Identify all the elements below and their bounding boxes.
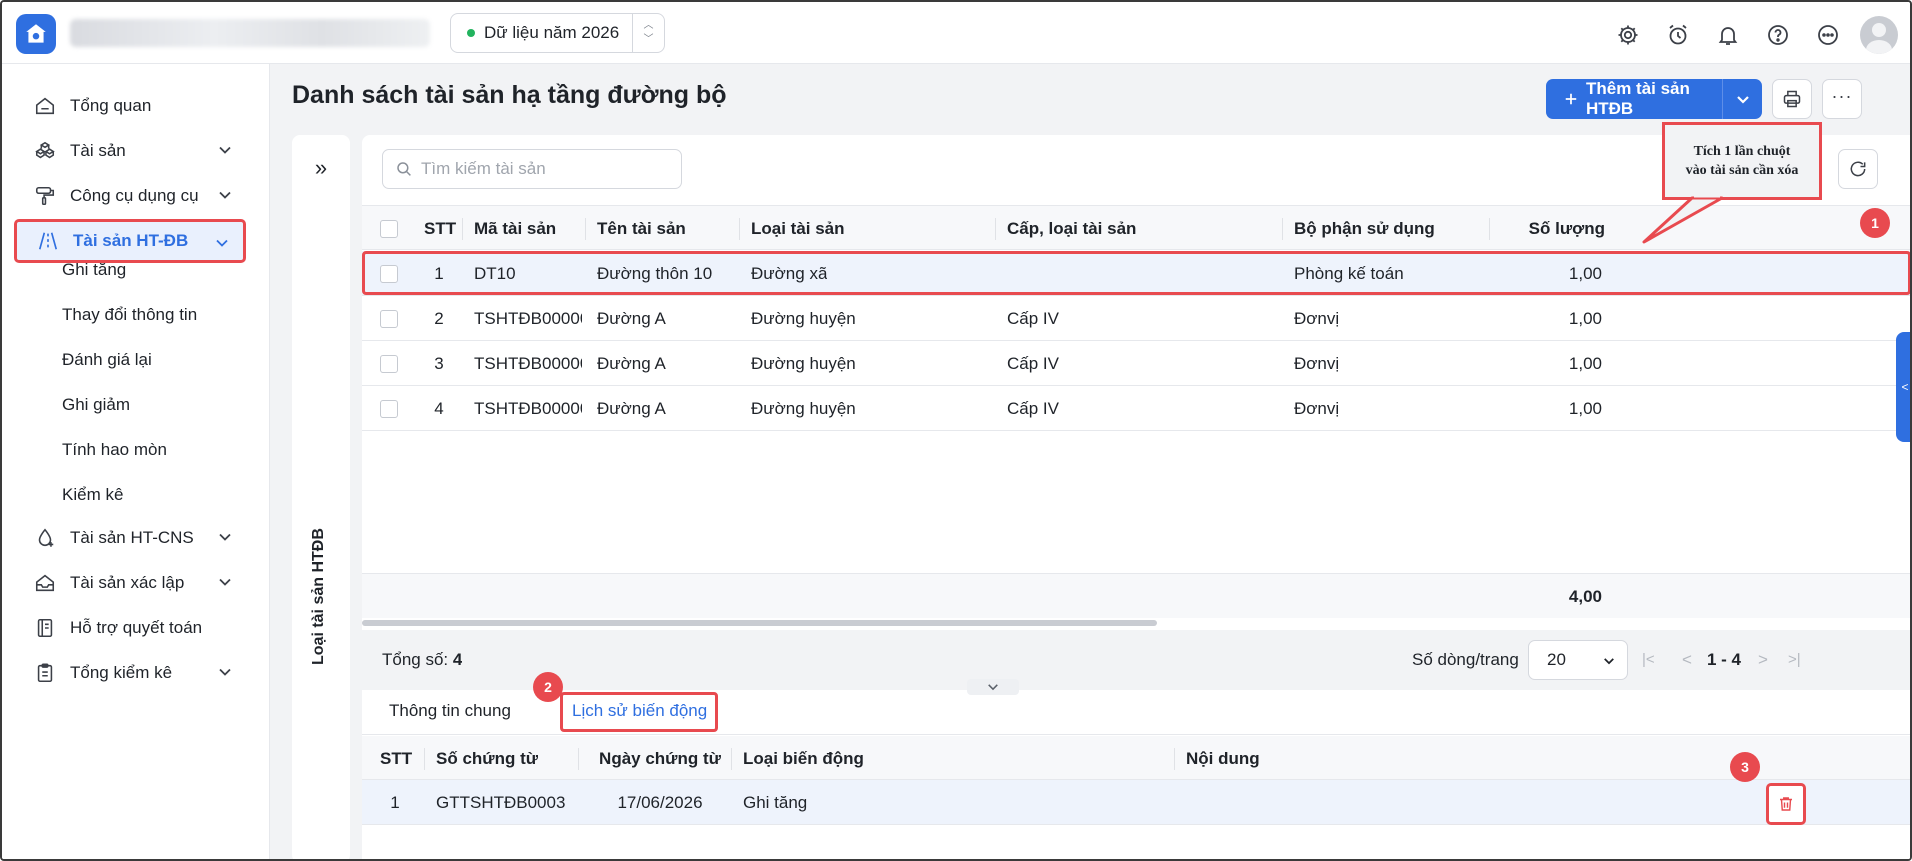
side-drawer-toggle[interactable]: < — [1896, 332, 1910, 442]
app-frame: Dữ liệu năm 2026 ︿ ﹀ Tổng quan Tài sản C… — [0, 0, 1912, 861]
step-badge-3: 3 — [1730, 752, 1760, 782]
step-badge-2: 2 — [533, 672, 563, 702]
chevron-left-icon: < — [1901, 380, 1909, 394]
step-badge-1: 1 — [1860, 208, 1890, 238]
callout-pointer — [1642, 194, 1724, 244]
